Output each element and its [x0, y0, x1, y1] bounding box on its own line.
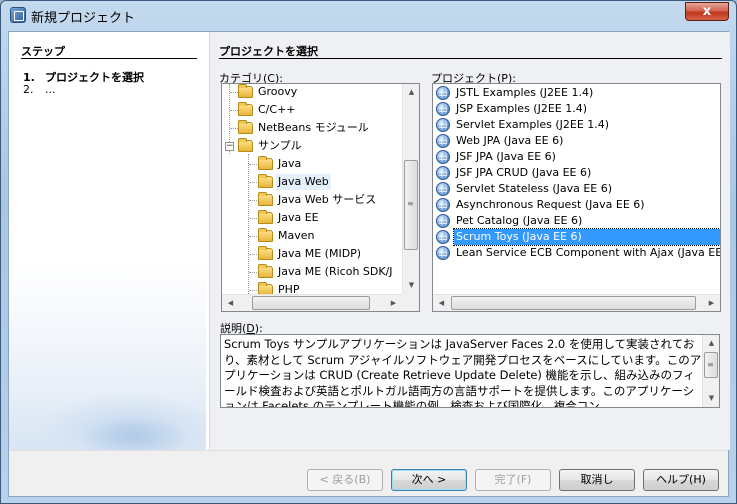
- scroll-right-icon[interactable]: ▶: [703, 295, 720, 311]
- description-vertical-scrollbar[interactable]: ▲ ≡ ▼: [702, 335, 719, 407]
- project-selection-panel: プロジェクトを選択 カテゴリ(C): プロジェクト(P): Groovy C/C…: [209, 32, 730, 450]
- web-project-icon: [436, 102, 450, 116]
- step-label: プロジェクトを選択: [45, 71, 144, 84]
- scroll-down-icon[interactable]: ▼: [403, 277, 419, 294]
- scrollbar-thumb[interactable]: [451, 296, 696, 310]
- decorative-swirl: [79, 417, 189, 450]
- description-text: Scrum Toys サンプルアプリケーションは JavaServer Face…: [224, 337, 702, 408]
- web-project-icon: [436, 166, 450, 180]
- web-project-icon: [436, 134, 450, 148]
- scroll-left-icon[interactable]: ◀: [222, 295, 239, 311]
- folder-icon: [238, 120, 253, 134]
- title-bar[interactable]: 新規プロジェクト x: [1, 1, 736, 31]
- steps-title: ステップ: [21, 45, 65, 58]
- web-project-icon: [436, 214, 450, 228]
- web-project-icon: [436, 86, 450, 100]
- project-item[interactable]: Asynchronous Request (Java EE 6): [433, 197, 720, 213]
- folder-icon: [258, 264, 273, 278]
- folder-icon: [258, 246, 273, 260]
- tree-guide: [248, 154, 249, 294]
- window-title: 新規プロジェクト: [31, 11, 136, 26]
- scroll-up-icon[interactable]: ▲: [703, 335, 719, 352]
- close-button[interactable]: x: [685, 2, 729, 21]
- projects-list[interactable]: JSTL Examples (J2EE 1.4) JSP Examples (J…: [432, 83, 721, 312]
- folder-icon: [258, 156, 273, 170]
- categories-vertical-scrollbar[interactable]: ▲ ≡ ▼: [402, 84, 419, 294]
- step-number: 2.: [23, 83, 34, 96]
- project-item[interactable]: Web JPA (Java EE 6): [433, 133, 720, 149]
- new-project-window: 新規プロジェクト x ステップ 1. プロジェクトを選択 2.... プロジェクト…: [0, 0, 737, 504]
- projects-horizontal-scrollbar[interactable]: ◀ ▶: [433, 294, 720, 311]
- grip-icon: ≡: [407, 199, 414, 208]
- section-divider: [219, 58, 722, 59]
- project-item[interactable]: JSP Examples (J2EE 1.4): [433, 101, 720, 117]
- project-item[interactable]: JSF JPA (Java EE 6): [433, 149, 720, 165]
- folder-icon: [258, 192, 273, 206]
- project-item[interactable]: JSTL Examples (J2EE 1.4): [433, 85, 720, 101]
- cancel-button[interactable]: 取消し: [559, 469, 635, 491]
- project-item-selected[interactable]: Scrum Toys (Java EE 6): [433, 228, 720, 246]
- folder-icon: [258, 174, 273, 188]
- button-bar: < 戻る(B) 次へ > 完了(F) 取消し ヘルプ(H): [9, 450, 728, 496]
- section-title: プロジェクトを選択: [219, 45, 318, 58]
- web-project-icon: [436, 230, 450, 244]
- help-button[interactable]: ヘルプ(H): [643, 469, 719, 491]
- project-item[interactable]: Servlet Examples (J2EE 1.4): [433, 117, 720, 133]
- web-project-icon: [436, 182, 450, 196]
- folder-icon: [258, 210, 273, 224]
- project-item[interactable]: JSF JPA CRUD (Java EE 6): [433, 165, 720, 181]
- folder-open-icon: [238, 138, 253, 152]
- steps-divider: [21, 58, 197, 59]
- finish-button[interactable]: 完了(F): [475, 469, 551, 491]
- web-project-icon: [436, 198, 450, 212]
- web-project-icon: [436, 118, 450, 132]
- project-item[interactable]: Servlet Stateless (Java EE 6): [433, 181, 720, 197]
- project-item[interactable]: Pet Catalog (Java EE 6): [433, 213, 720, 229]
- grip-icon: ≡: [707, 360, 714, 369]
- folder-icon: [238, 102, 253, 116]
- description-box[interactable]: Scrum Toys サンプルアプリケーションは JavaServer Face…: [220, 334, 720, 408]
- folder-icon: [258, 228, 273, 242]
- project-item[interactable]: Lean Service ECB Component with Ajax (Ja…: [433, 245, 720, 261]
- app-icon: [10, 7, 26, 23]
- step-label: ...: [45, 83, 56, 96]
- back-button[interactable]: < 戻る(B): [307, 469, 383, 491]
- dialog-body: ステップ 1. プロジェクトを選択 2.... プロジェクトを選択 カテゴリ(C)…: [8, 31, 730, 497]
- scrollbar-thumb[interactable]: [252, 296, 370, 310]
- folder-icon: [238, 84, 253, 98]
- categories-tree[interactable]: Groovy C/C++ NetBeans モジュール − サンプル Java …: [221, 83, 420, 312]
- web-project-icon: [436, 150, 450, 164]
- categories-horizontal-scrollbar[interactable]: ◀ ▶: [222, 294, 402, 311]
- scroll-left-icon[interactable]: ◀: [433, 295, 450, 311]
- next-button[interactable]: 次へ >: [391, 469, 467, 491]
- scroll-down-icon[interactable]: ▼: [703, 390, 719, 407]
- step-item: 2....: [23, 83, 56, 96]
- scroll-up-icon[interactable]: ▲: [403, 84, 419, 101]
- collapse-icon[interactable]: −: [225, 142, 234, 151]
- scrollbar-corner: [402, 294, 419, 311]
- scroll-right-icon[interactable]: ▶: [385, 295, 402, 311]
- steps-panel: ステップ 1. プロジェクトを選択 2....: [9, 32, 206, 450]
- web-project-icon: [436, 246, 450, 260]
